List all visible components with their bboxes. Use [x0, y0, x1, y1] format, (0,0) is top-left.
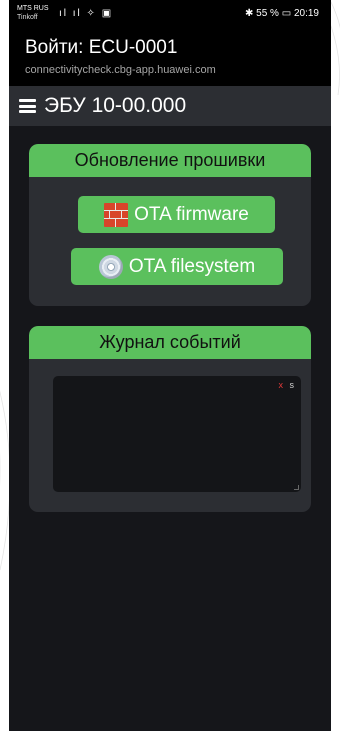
log-card-header: Журнал событий — [29, 326, 311, 359]
captive-portal-header: Войти: ECU-0001 connectivitycheck.cbg-ap… — [9, 32, 331, 86]
app-bar: ЭБУ 10-00.000 — [9, 86, 331, 126]
phone-screen: MTS RUS Tinkoff ıl ıl ✧ ▣ ✱ 55 % ▭ 20:19… — [9, 0, 331, 731]
resize-handle[interactable] — [294, 485, 299, 490]
app-title: ЭБУ 10-00.000 — [44, 94, 187, 117]
carrier-name: MTS RUS — [17, 5, 49, 12]
event-log-card: Журнал событий x s — [29, 326, 311, 512]
clear-log-button[interactable]: x — [278, 380, 283, 390]
bluetooth-icon: ✱ — [244, 8, 257, 19]
battery-icon: ▭ — [281, 8, 294, 19]
ota-filesystem-label: OTA filesystem — [128, 255, 256, 277]
carrier-info: MTS RUS Tinkoff — [17, 4, 49, 22]
firmware-card-header: Обновление прошивки — [29, 144, 311, 177]
ota-filesystem-button[interactable]: OTA filesystem — [71, 248, 283, 285]
clock: 20:19 — [293, 8, 319, 19]
disc-icon — [98, 254, 123, 279]
battery-percent: 55 % — [256, 8, 279, 19]
status-bar: MTS RUS Tinkoff ıl ıl ✧ ▣ ✱ 55 % ▭ 20:19 — [9, 0, 331, 32]
signal-wifi-icons: ıl ıl ✧ ▣ — [59, 8, 114, 19]
ota-firmware-button[interactable]: OTA firmware — [78, 196, 275, 233]
login-url: connectivitycheck.cbg-app.huawei.com — [25, 64, 216, 76]
login-title: Войти: ECU-0001 — [25, 37, 178, 58]
menu-icon[interactable] — [19, 99, 36, 113]
event-log-textarea[interactable]: x s — [53, 376, 301, 492]
carrier-name-secondary: Tinkoff — [17, 14, 38, 21]
ota-firmware-label: OTA firmware — [134, 203, 249, 225]
brick-icon — [104, 202, 129, 227]
log-controls: x s — [278, 380, 294, 390]
battery-time: ✱ 55 % ▭ 20:19 — [245, 8, 319, 19]
save-log-button[interactable]: s — [290, 380, 295, 390]
firmware-update-card: Обновление прошивки OTA firmware OTA fil… — [29, 144, 311, 306]
